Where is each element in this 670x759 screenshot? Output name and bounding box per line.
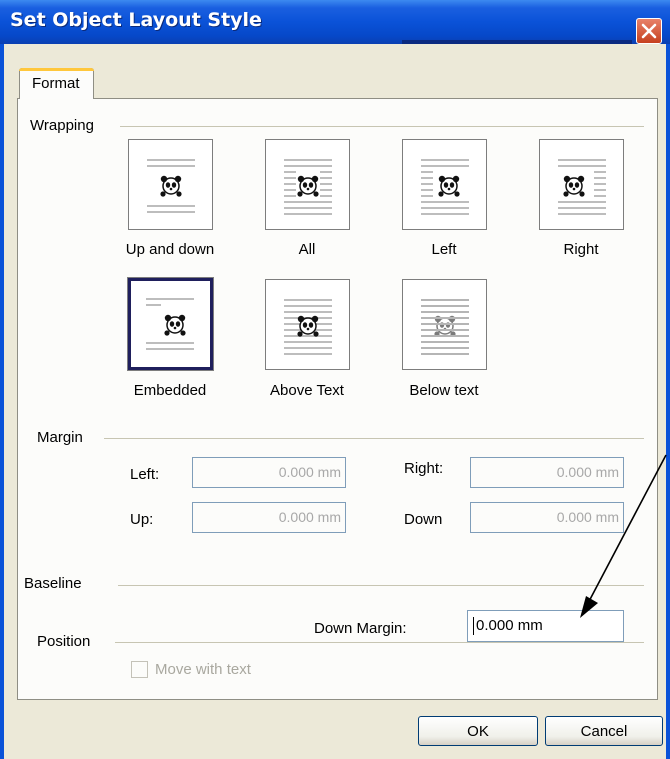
margin-up-field[interactable]: 0.000 mm <box>192 502 346 533</box>
margin-divider <box>104 438 644 439</box>
margin-up-label: Up: <box>130 511 154 528</box>
wrap-option-below-text[interactable] <box>402 279 487 370</box>
baseline-heading: Baseline <box>24 575 82 592</box>
margin-left-field[interactable]: 0.000 mm <box>192 457 346 488</box>
wrapping-heading: Wrapping <box>30 117 94 134</box>
panda-image-icon <box>146 298 194 350</box>
close-button[interactable] <box>636 18 662 44</box>
down-margin-value: 0.000 mm <box>476 617 543 634</box>
position-heading: Position <box>37 633 91 650</box>
margin-down-field[interactable]: 0.000 mm <box>470 502 624 533</box>
down-margin-label: Down Margin: <box>314 620 407 637</box>
wrap-label-embedded: Embedded <box>133 382 207 399</box>
panda-image-icon <box>147 159 195 213</box>
move-with-text-label: Move with text <box>155 661 251 678</box>
margin-left-label: Left: <box>130 466 160 483</box>
panda-image-icon <box>558 159 606 215</box>
panda-image-icon <box>421 299 469 355</box>
title-bar: Set Object Layout Style <box>0 0 670 44</box>
window-frame-left <box>0 44 4 759</box>
wrap-label-above-text: Above Text <box>270 382 344 399</box>
wrap-option-embedded[interactable] <box>127 277 214 371</box>
close-icon <box>641 23 657 39</box>
wrap-option-right[interactable] <box>539 139 624 230</box>
margin-right-field[interactable]: 0.000 mm <box>470 457 624 488</box>
position-divider <box>115 642 644 643</box>
ok-button[interactable]: OK <box>418 716 538 746</box>
tab-format-label: Format <box>32 75 80 92</box>
margin-down-label: Down <box>404 511 443 528</box>
window-frame-right <box>666 44 670 759</box>
panda-image-icon <box>284 299 332 355</box>
panda-image-icon <box>421 159 469 215</box>
margin-right-label: Right: <box>404 460 444 477</box>
wrap-label-all: All <box>298 241 316 258</box>
wrap-option-above-text[interactable] <box>265 279 350 370</box>
title-bar-shadow <box>402 40 632 44</box>
window-title: Set Object Layout Style <box>10 9 262 31</box>
wrap-option-left[interactable] <box>402 139 487 230</box>
down-margin-input[interactable]: 0.000 mm <box>467 610 624 642</box>
wrap-label-right: Right <box>563 241 599 258</box>
wrap-label-up-and-down: Up and down <box>125 241 215 258</box>
tab-format[interactable]: Format <box>19 68 94 99</box>
wrap-option-up-and-down[interactable] <box>128 139 213 230</box>
wrap-label-below-text: Below text <box>409 382 479 399</box>
wrap-label-left: Left <box>431 241 457 258</box>
wrap-option-all[interactable] <box>265 139 350 230</box>
baseline-divider <box>118 585 644 586</box>
move-with-text-checkbox[interactable] <box>131 661 148 678</box>
wrapping-divider <box>120 126 644 127</box>
margin-heading: Margin <box>37 429 83 446</box>
cancel-button[interactable]: Cancel <box>545 716 663 746</box>
text-caret <box>473 617 474 635</box>
panda-image-icon <box>284 159 332 215</box>
